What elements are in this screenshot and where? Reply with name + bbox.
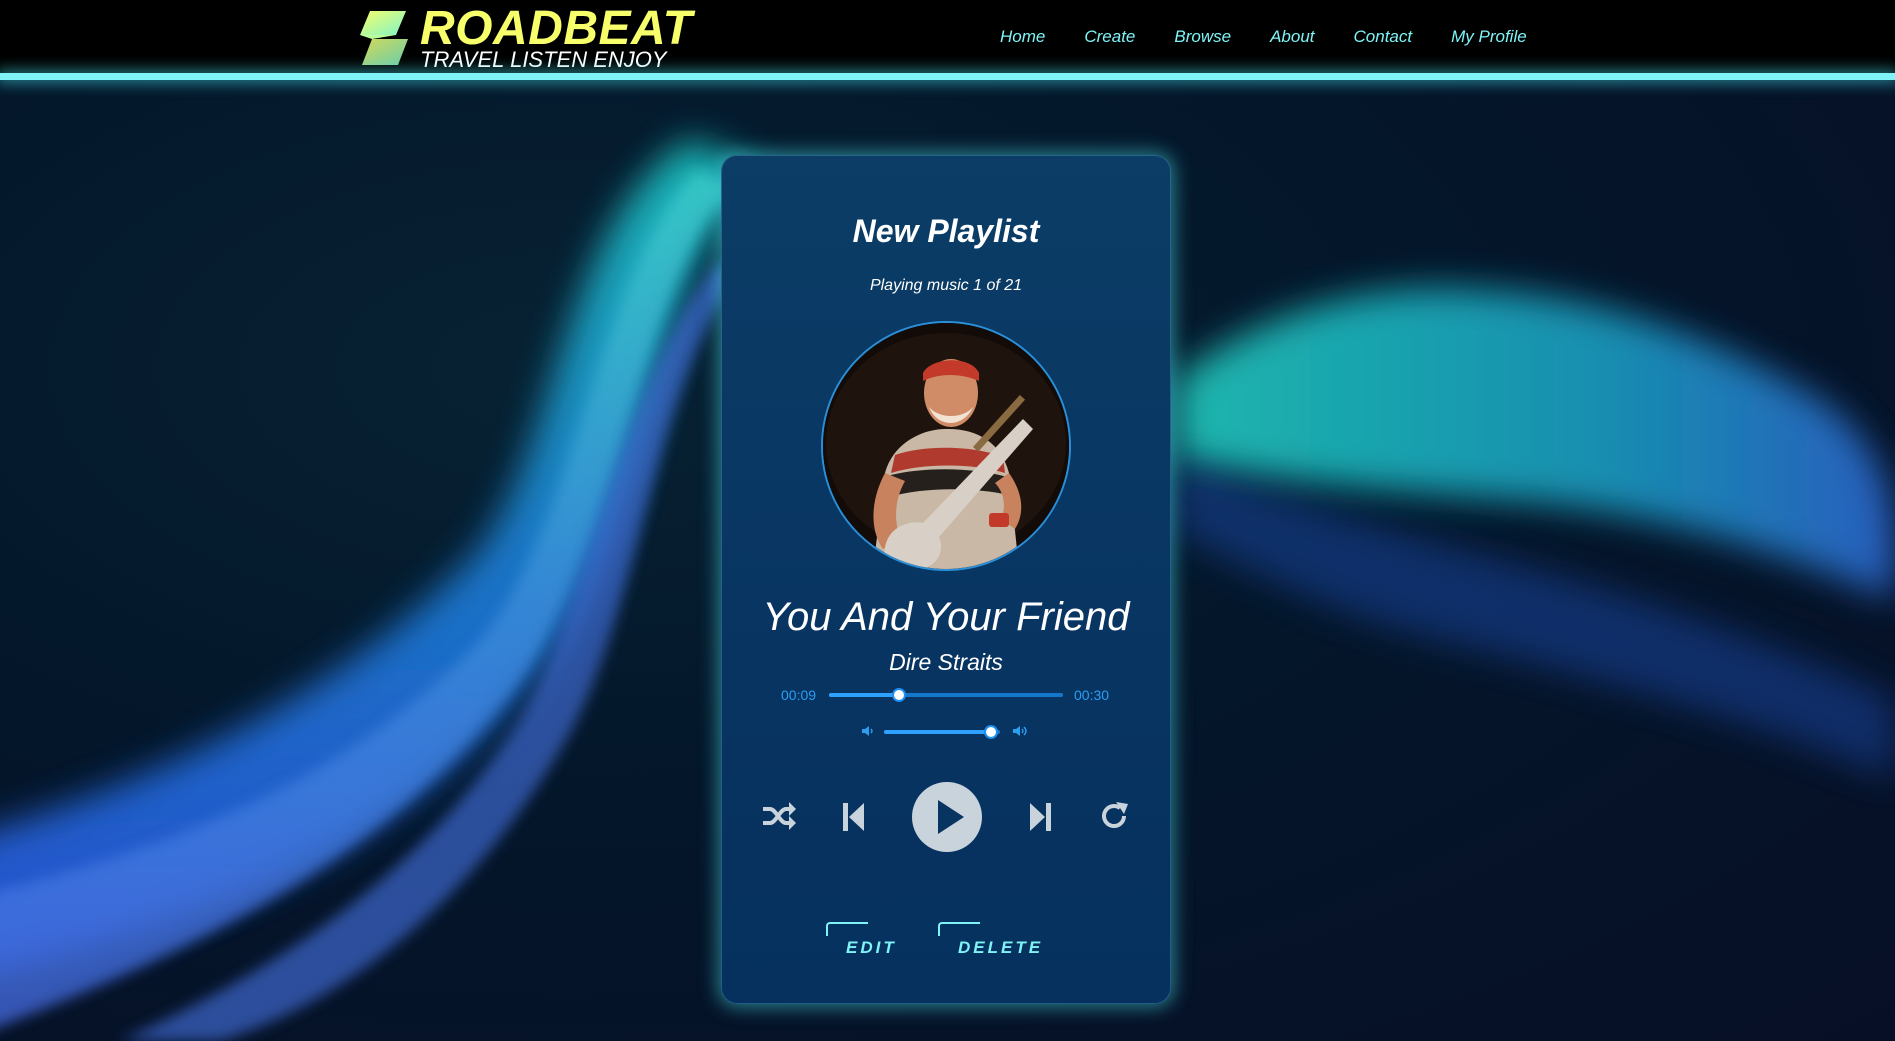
play-icon	[938, 800, 964, 834]
progress-slider[interactable]	[829, 688, 1063, 702]
header-divider	[0, 73, 1895, 80]
repeat-icon[interactable]	[1098, 800, 1130, 832]
artist-photo	[823, 323, 1069, 569]
track-artist: Dire Straits	[889, 649, 1003, 675]
progress-fill	[829, 693, 900, 697]
main-nav: Home Create Browse About Contact My Prof…	[1000, 27, 1566, 47]
site-header: ROADBEAT TRAVEL LISTEN ENJOY Home Create…	[0, 0, 1895, 73]
page: ROADBEAT TRAVEL LISTEN ENJOY Home Create…	[0, 0, 1895, 1041]
roadbeat-logo-icon	[360, 11, 408, 65]
album-cover	[821, 321, 1071, 571]
play-button[interactable]	[912, 782, 982, 852]
nav-create[interactable]: Create	[1084, 27, 1135, 47]
nav-about[interactable]: About	[1270, 27, 1314, 47]
playing-status: Playing music 1 of 21	[869, 277, 1023, 294]
current-time: 00:09	[781, 687, 817, 703]
nav-home[interactable]: Home	[1000, 27, 1045, 47]
track-title: You And Your Friend	[762, 595, 1130, 639]
skip-back-icon[interactable]	[842, 802, 866, 832]
nav-browse[interactable]: Browse	[1174, 27, 1231, 47]
volume-fill	[884, 730, 991, 734]
volume-slider[interactable]	[884, 725, 1000, 739]
volume-handle[interactable]	[983, 725, 998, 739]
shuffle-icon[interactable]	[761, 800, 797, 832]
volume-high-icon[interactable]	[1012, 724, 1030, 738]
edit-button[interactable]: EDIT	[826, 922, 897, 958]
player-card: New Playlist Playing music 1 of 21 You A…	[721, 155, 1171, 1004]
brand-logo[interactable]: ROADBEAT TRAVEL LISTEN ENJOY	[354, 4, 704, 72]
playlist-title: New Playlist	[852, 213, 1040, 249]
nav-my-profile[interactable]: My Profile	[1451, 27, 1527, 47]
skip-forward-icon[interactable]	[1028, 802, 1052, 832]
volume-low-icon[interactable]	[861, 724, 875, 738]
nav-contact[interactable]: Contact	[1354, 27, 1413, 47]
brand-tagline: TRAVEL LISTEN ENJOY	[420, 47, 667, 72]
duration-time: 00:30	[1074, 687, 1110, 703]
delete-button[interactable]: DELETE	[938, 922, 1043, 958]
progress-handle[interactable]	[892, 688, 907, 702]
